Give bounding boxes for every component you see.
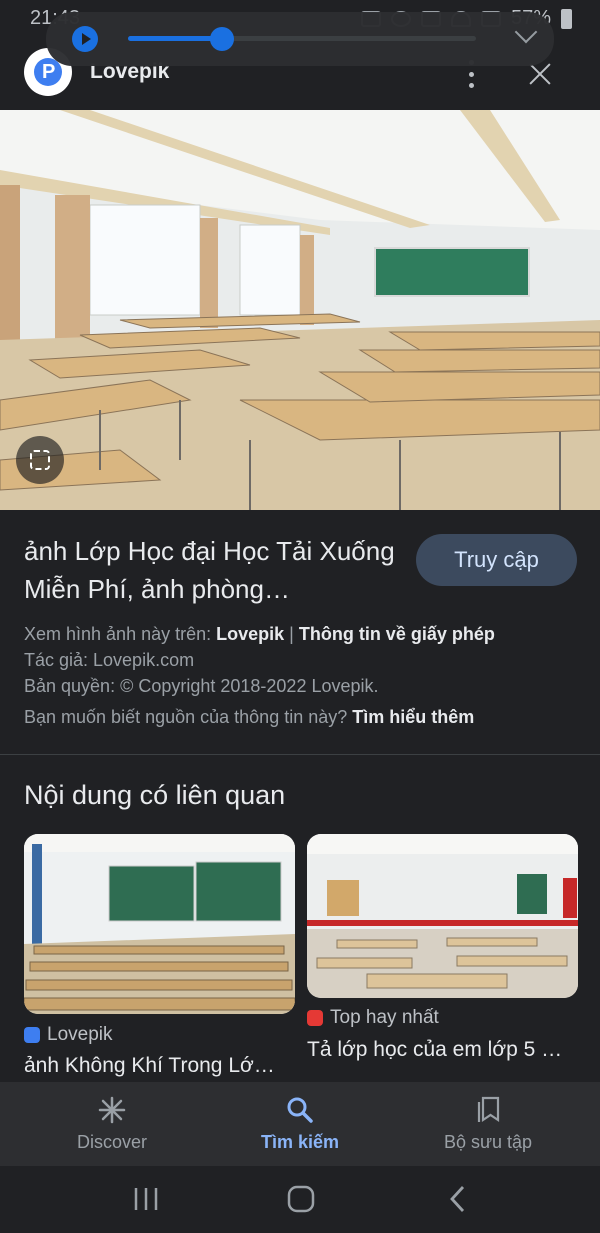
nav-collections[interactable]: Bộ sưu tập	[388, 1082, 588, 1166]
view-on-site-link[interactable]: Lovepik	[216, 624, 284, 644]
bookmarks-icon	[477, 1096, 500, 1123]
nav-collections-label: Bộ sưu tập	[443, 1132, 533, 1152]
related-card-source-1[interactable]: Lovepik	[24, 1024, 113, 1046]
related-card-source-label-1: Lovepik	[47, 1024, 113, 1045]
learn-more-line: Bạn muốn biết nguồn của thông tin này? T…	[24, 707, 474, 728]
learn-more-prefix: Bạn muốn biết nguồn của thông tin này?	[24, 707, 353, 727]
nav-search[interactable]: Tìm kiếm	[200, 1082, 400, 1166]
nav-discover-label: Discover	[76, 1132, 147, 1152]
result-title: ảnh Lớp Học đại Học Tải Xuống Miễn Phí, …	[24, 536, 395, 604]
tophaynhat-favicon-icon	[307, 1010, 323, 1026]
copyright-line: Bản quyền: © Copyright 2018-2022 Lovepik…	[24, 676, 379, 696]
discover-icon	[98, 1096, 126, 1124]
media-player	[46, 12, 554, 66]
view-on-line: Xem hình ảnh này trên: Lovepik | Thông t…	[24, 624, 495, 645]
search-icon	[287, 1097, 313, 1123]
view-on-prefix: Xem hình ảnh này trên:	[24, 624, 217, 644]
back-icon[interactable]	[446, 1184, 470, 1214]
related-card-source-label-2: Top hay nhất	[330, 1007, 439, 1028]
related-card-image-1[interactable]	[24, 834, 295, 1014]
visit-button[interactable]: Truy cập	[416, 534, 577, 586]
related-card-source-2[interactable]: Top hay nhất	[307, 1007, 439, 1029]
battery-icon	[561, 8, 572, 29]
home-icon[interactable]	[286, 1184, 316, 1214]
chevron-down-icon[interactable]	[514, 20, 538, 44]
related-card-title-1[interactable]: ảnh Không Khí Trong Lớ…	[24, 1054, 295, 1078]
classroom-thumbnail-1	[24, 834, 295, 1014]
system-nav-bar	[0, 1166, 600, 1233]
classroom-thumbnail-2	[307, 834, 578, 998]
related-card-image-2[interactable]	[307, 834, 578, 998]
media-progress-thumb[interactable]	[209, 27, 234, 51]
classroom-illustration	[0, 110, 600, 510]
nav-discover[interactable]: Discover	[12, 1082, 212, 1166]
nav-search-label: Tìm kiếm	[260, 1132, 340, 1152]
media-progress-track[interactable]	[128, 27, 476, 51]
recent-apps-icon[interactable]	[132, 1186, 160, 1212]
main-image[interactable]	[0, 110, 600, 510]
related-card-title-2[interactable]: Tả lớp học của em lớp 5 …	[307, 1038, 578, 1062]
lens-search-icon[interactable]	[16, 436, 64, 484]
author-line: Tác giả: Lovepik.com	[24, 650, 195, 670]
divider	[0, 754, 600, 755]
lovepik-favicon-icon	[24, 1027, 40, 1043]
license-link[interactable]: Thông tin về giấy phép	[299, 624, 495, 644]
media-progress-fill	[128, 36, 222, 41]
related-heading: Nội dung có liên quan	[24, 780, 286, 810]
view-on-separator: |	[284, 624, 299, 644]
play-icon[interactable]	[72, 26, 98, 52]
learn-more-link[interactable]: Tìm hiểu thêm	[352, 707, 474, 727]
bottom-nav: Discover Tìm kiếm Bộ sưu tập	[0, 1082, 600, 1166]
